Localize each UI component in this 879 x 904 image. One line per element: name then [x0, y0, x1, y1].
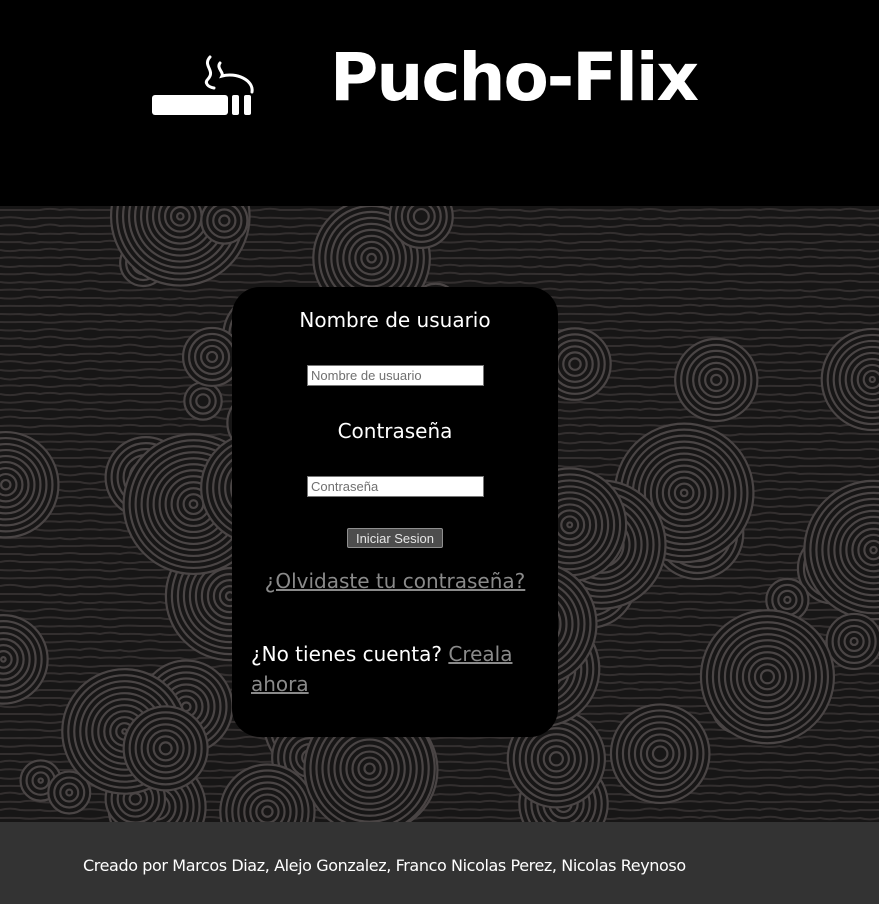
smoking-cigarette-icon [150, 54, 256, 118]
username-input[interactable] [307, 365, 484, 386]
password-input[interactable] [307, 476, 484, 497]
login-form: Nombre de usuario Contraseña Iniciar Ses… [232, 287, 558, 737]
no-account-text: ¿No tienes cuenta? [251, 642, 442, 666]
site-title: Pucho-Flix [330, 39, 699, 116]
login-button[interactable]: Iniciar Sesion [347, 528, 443, 548]
site-footer: Creado por Marcos Diaz, Alejo Gonzalez, … [0, 822, 879, 904]
site-header: Pucho-Flix [0, 0, 879, 206]
footer-credits: Creado por Marcos Diaz, Alejo Gonzalez, … [83, 856, 686, 875]
password-label: Contraseña [337, 419, 453, 443]
forgot-password-link[interactable]: ¿Olvidaste tu contraseña? [232, 569, 558, 593]
username-label: Nombre de usuario [299, 308, 491, 332]
signup-prompt: ¿No tienes cuenta? Creala ahora [251, 639, 541, 699]
